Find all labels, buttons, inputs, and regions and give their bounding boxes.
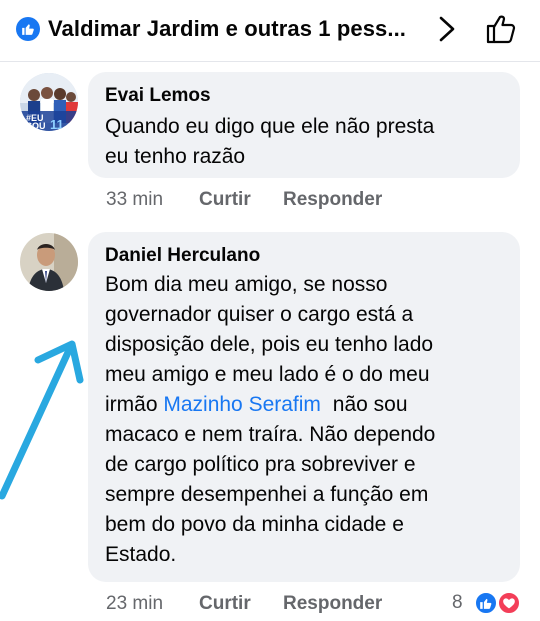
comment-line: eu tenho razão: [105, 145, 246, 168]
avatar-evai-lemos[interactable]: #EU SOU 11: [20, 73, 78, 131]
comment-line: macaco e nem traíra. Não dependo: [105, 423, 436, 446]
comment-line: sempre desempenhei a função em: [105, 483, 429, 506]
avatar-daniel-herculano[interactable]: [20, 233, 78, 291]
reply-button[interactable]: Responder: [283, 189, 382, 211]
like-reaction-icon: [474, 591, 498, 615]
comment-line: disposição dele, pois eu tenho lado: [105, 333, 434, 356]
like-button[interactable]: Curtir: [199, 189, 251, 211]
comment-actions: 33 min Curtir Responder: [106, 189, 506, 213]
chevron-right-icon[interactable]: [436, 14, 458, 44]
comment-timestamp[interactable]: 23 min: [106, 593, 163, 615]
like-button[interactable]: Curtir: [199, 593, 251, 615]
comment-timestamp[interactable]: 33 min: [106, 189, 163, 211]
reaction-summary[interactable]: 8: [452, 591, 532, 617]
annotation-arrow-icon: [0, 340, 84, 500]
comment-line: bem do povo da minha cidade e: [105, 513, 404, 536]
comment-author[interactable]: Daniel Herculano: [105, 245, 260, 267]
comment-actions: 23 min Curtir Responder: [106, 593, 446, 617]
reaction-count: 8: [452, 592, 463, 613]
love-reaction-icon: [497, 591, 521, 615]
comment-line: de cargo político pra sobreviver e: [105, 453, 416, 476]
thumbs-up-badge-icon: [16, 17, 40, 41]
comment-line: meu amigo e meu lado é o do meu: [105, 363, 430, 386]
comment-bubble: Daniel Herculano Bom dia meu amigo, se n…: [88, 232, 520, 582]
reply-button[interactable]: Responder: [283, 593, 382, 615]
comment-line: Bom dia meu amigo, se nosso: [105, 273, 388, 296]
thumbs-up-outline-icon[interactable]: [484, 12, 518, 46]
comment-line-with-mention: irmão Mazinho Serafim não sou: [105, 390, 408, 420]
mention-link[interactable]: Mazinho Serafim: [163, 393, 321, 416]
comment-bubble: Evai Lemos Quando eu digo que ele não pr…: [88, 72, 520, 178]
comment-author[interactable]: Evai Lemos: [105, 85, 211, 107]
comment-text: não sou: [332, 393, 408, 416]
comment-text: irmão: [105, 393, 158, 416]
comment-line: Quando eu digo que ele não presta: [105, 115, 435, 138]
svg-text:11: 11: [50, 117, 64, 131]
comments-header: Valdimar Jardim e outras 1 pess...: [0, 0, 540, 62]
comment-line: governador quiser o cargo está a: [105, 303, 414, 326]
reactors-title[interactable]: Valdimar Jardim e outras 1 pess...: [48, 16, 406, 42]
svg-text:SOU: SOU: [26, 121, 46, 131]
comment-line: Estado.: [105, 543, 177, 566]
